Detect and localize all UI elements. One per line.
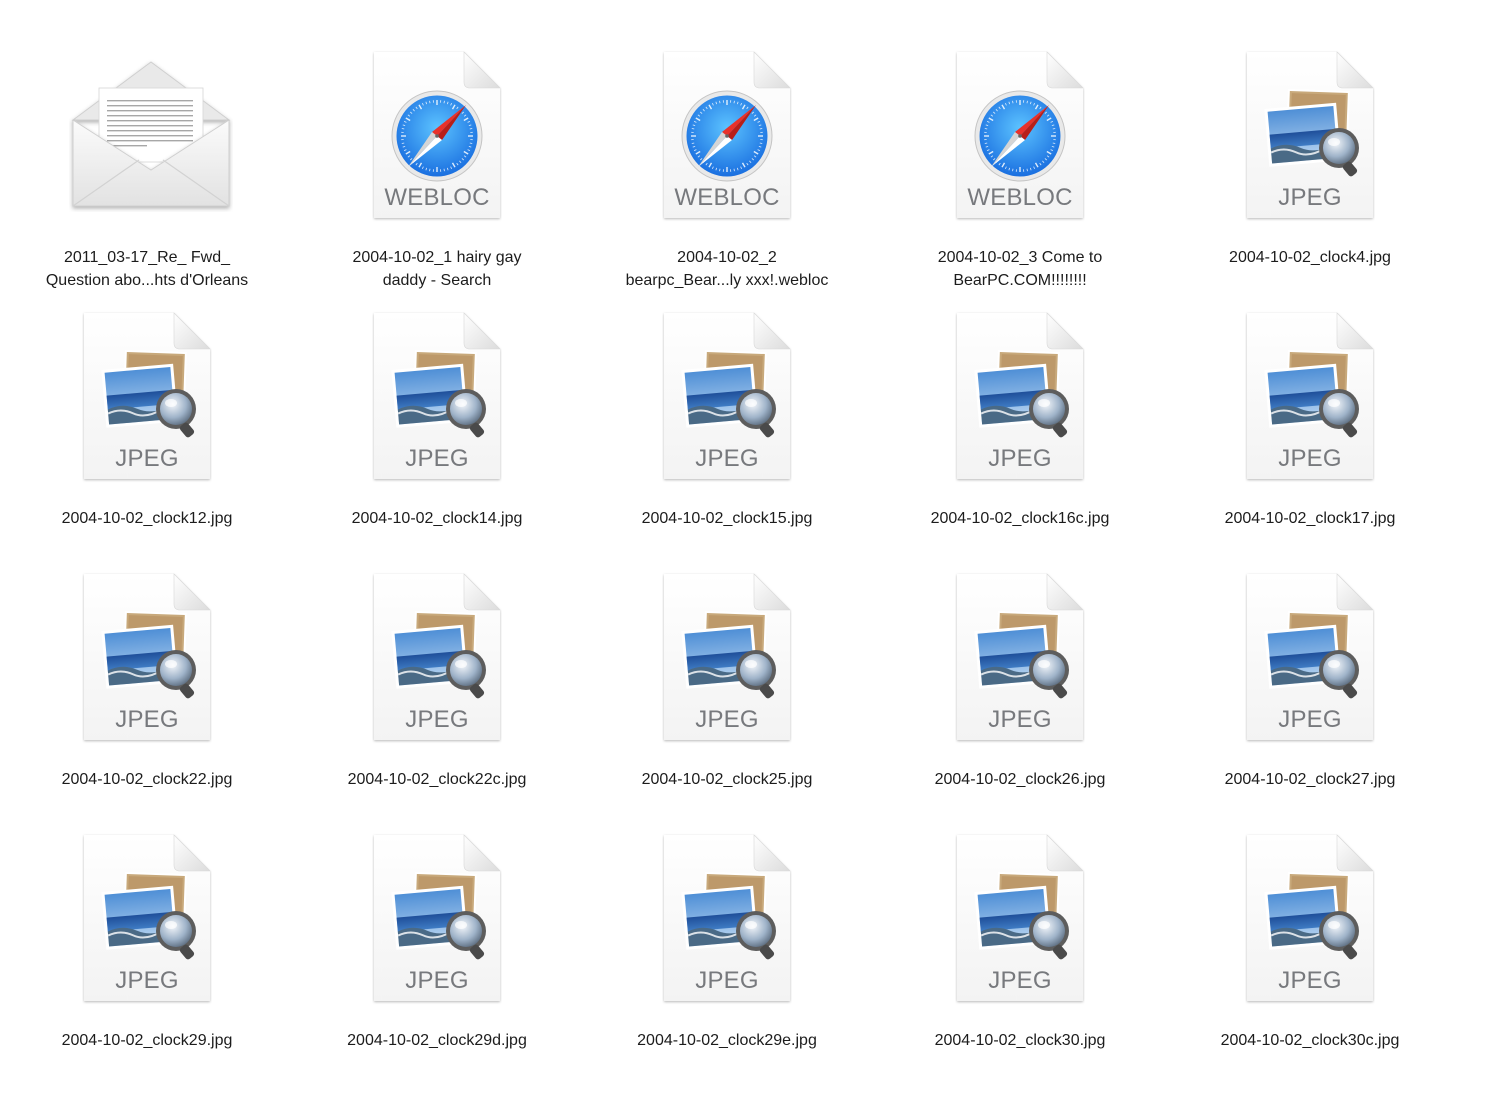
file-item[interactable]: JPEG 2004-10-02_clock25.jpg xyxy=(597,572,857,812)
file-name-label[interactable]: 2004-10-02_clock30.jpg xyxy=(880,1029,1160,1052)
file-name-label[interactable]: 2004-10-02_clock14.jpg xyxy=(297,507,577,530)
safari-compass-icon[interactable]: WEBLOC xyxy=(955,50,1085,222)
file-item[interactable]: JPEG 2004-10-02_clock29d.jpg xyxy=(307,833,567,1073)
file-item[interactable]: JPEG 2004-10-02_clock29e.jpg xyxy=(597,833,857,1073)
file-kind-label: JPEG xyxy=(695,967,759,994)
file-name-label[interactable]: 2004-10-02_2 bearpc_Bear...ly xxx!.weblo… xyxy=(587,246,867,292)
file-kind-label: JPEG xyxy=(988,445,1052,472)
file-kind-label: JPEG xyxy=(1278,706,1342,733)
file-kind-label: JPEG xyxy=(1278,184,1342,211)
file-name-label[interactable]: 2004-10-02_clock16c.jpg xyxy=(880,507,1160,530)
preview-photo-icon[interactable]: JPEG xyxy=(955,311,1085,483)
file-name-label[interactable]: 2004-10-02_clock15.jpg xyxy=(587,507,867,530)
file-item[interactable]: JPEG 2004-10-02_clock4.jpg xyxy=(1180,50,1440,290)
file-item[interactable]: JPEG 2004-10-02_clock30.jpg xyxy=(890,833,1150,1073)
file-name-label[interactable]: 2004-10-02_clock22c.jpg xyxy=(297,768,577,791)
preview-photo-icon[interactable]: JPEG xyxy=(1245,833,1375,1005)
file-item[interactable]: WEBLOC 2004-10-02_2 bearpc_Bear...ly xxx!… xyxy=(597,50,857,290)
file-kind-label: JPEG xyxy=(115,706,179,733)
preview-photo-icon[interactable]: JPEG xyxy=(372,572,502,744)
file-item[interactable]: WEBLOC 2004-10-02_3 Come to BearPC.COM!!!… xyxy=(890,50,1150,290)
file-kind-label: JPEG xyxy=(115,967,179,994)
preview-photo-icon[interactable]: JPEG xyxy=(82,833,212,1005)
file-name-label[interactable]: 2004-10-02_clock4.jpg xyxy=(1170,246,1450,269)
file-kind-label: WEBLOC xyxy=(967,184,1073,211)
preview-photo-icon[interactable]: JPEG xyxy=(955,833,1085,1005)
file-item[interactable]: JPEG 2004-10-02_clock30c.jpg xyxy=(1180,833,1440,1073)
file-item[interactable]: JPEG 2004-10-02_clock22c.jpg xyxy=(307,572,567,812)
preview-photo-icon[interactable]: JPEG xyxy=(662,311,792,483)
preview-photo-icon[interactable]: JPEG xyxy=(1245,50,1375,222)
file-name-label[interactable]: 2004-10-02_clock29d.jpg xyxy=(297,1029,577,1052)
file-item[interactable]: JPEG 2004-10-02_clock15.jpg xyxy=(597,311,857,551)
preview-photo-icon[interactable]: JPEG xyxy=(1245,311,1375,483)
file-item[interactable]: JPEG 2004-10-02_clock16c.jpg xyxy=(890,311,1150,551)
file-kind-label: JPEG xyxy=(115,445,179,472)
file-item[interactable]: JPEG 2004-10-02_clock12.jpg xyxy=(17,311,277,551)
file-name-label[interactable]: 2004-10-02_clock29e.jpg xyxy=(587,1029,867,1052)
file-item[interactable]: JPEG 2004-10-02_clock22.jpg xyxy=(17,572,277,812)
file-name-label[interactable]: 2004-10-02_clock22.jpg xyxy=(7,768,287,791)
file-kind-label: JPEG xyxy=(1278,967,1342,994)
preview-photo-icon[interactable]: JPEG xyxy=(955,572,1085,744)
file-name-label[interactable]: 2004-10-02_clock29.jpg xyxy=(7,1029,287,1052)
file-kind-label: WEBLOC xyxy=(384,184,490,211)
file-item[interactable]: WEBLOC 2004-10-02_1 hairy gay daddy - Sea… xyxy=(307,50,567,290)
file-item[interactable]: JPEG 2004-10-02_clock14.jpg xyxy=(307,311,567,551)
file-name-label[interactable]: 2004-10-02_clock27.jpg xyxy=(1170,768,1450,791)
file-item[interactable]: 2011_03-17_Re_ Fwd_ Question abo...hts d… xyxy=(17,50,277,290)
finder-icon-grid: 2011_03-17_Re_ Fwd_ Question abo...hts d… xyxy=(0,0,1500,1100)
file-kind-label: JPEG xyxy=(405,967,469,994)
file-name-label[interactable]: 2004-10-02_clock25.jpg xyxy=(587,768,867,791)
file-kind-label: JPEG xyxy=(695,706,759,733)
file-name-label[interactable]: 2004-10-02_3 Come to BearPC.COM!!!!!!!! xyxy=(880,246,1160,292)
preview-photo-icon[interactable]: JPEG xyxy=(372,833,502,1005)
file-item[interactable]: JPEG 2004-10-02_clock27.jpg xyxy=(1180,572,1440,812)
file-name-label[interactable]: 2011_03-17_Re_ Fwd_ Question abo...hts d… xyxy=(7,246,287,292)
file-kind-label: WEBLOC xyxy=(674,184,780,211)
preview-photo-icon[interactable]: JPEG xyxy=(82,311,212,483)
file-name-label[interactable]: 2004-10-02_clock26.jpg xyxy=(880,768,1160,791)
file-kind-label: JPEG xyxy=(695,445,759,472)
file-name-label[interactable]: 2004-10-02_clock17.jpg xyxy=(1170,507,1450,530)
safari-compass-icon[interactable]: WEBLOC xyxy=(372,50,502,222)
preview-photo-icon[interactable]: JPEG xyxy=(82,572,212,744)
file-kind-label: JPEG xyxy=(988,706,1052,733)
file-item[interactable]: JPEG 2004-10-02_clock29.jpg xyxy=(17,833,277,1073)
file-item[interactable]: JPEG 2004-10-02_clock26.jpg xyxy=(890,572,1150,812)
preview-photo-icon[interactable]: JPEG xyxy=(662,833,792,1005)
mail-envelope-icon[interactable] xyxy=(69,58,233,212)
file-kind-label: JPEG xyxy=(405,706,469,733)
file-name-label[interactable]: 2004-10-02_clock12.jpg xyxy=(7,507,287,530)
preview-photo-icon[interactable]: JPEG xyxy=(662,572,792,744)
safari-compass-icon[interactable]: WEBLOC xyxy=(662,50,792,222)
file-item[interactable]: JPEG 2004-10-02_clock17.jpg xyxy=(1180,311,1440,551)
preview-photo-icon[interactable]: JPEG xyxy=(1245,572,1375,744)
file-kind-label: JPEG xyxy=(405,445,469,472)
file-name-label[interactable]: 2004-10-02_1 hairy gay daddy - Search xyxy=(297,246,577,292)
file-name-label[interactable]: 2004-10-02_clock30c.jpg xyxy=(1170,1029,1450,1052)
file-kind-label: JPEG xyxy=(1278,445,1342,472)
file-kind-label: JPEG xyxy=(988,967,1052,994)
preview-photo-icon[interactable]: JPEG xyxy=(372,311,502,483)
